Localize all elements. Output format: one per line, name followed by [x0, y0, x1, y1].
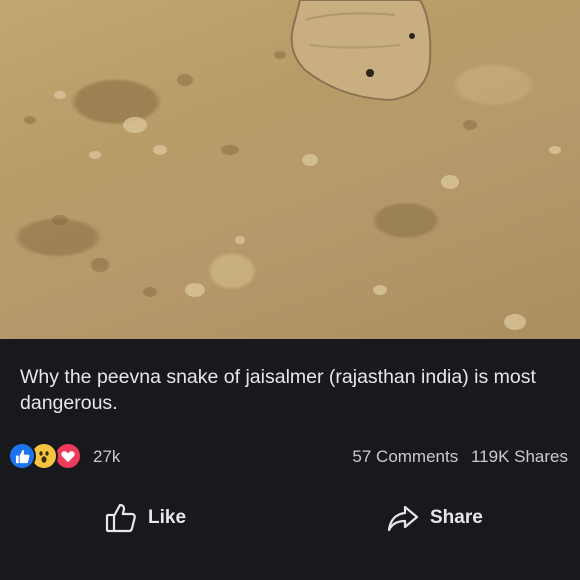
- snake-head: [290, 0, 432, 102]
- post-video[interactable]: [0, 0, 580, 339]
- sand-snake-image: [24, 0, 561, 330]
- like-reaction-icon: [8, 442, 36, 470]
- reaction-count[interactable]: 27k: [93, 447, 120, 467]
- share-arrow-icon: [386, 501, 420, 535]
- comment-share-counts: 57 Comments 119K Shares: [352, 447, 568, 467]
- comment-count[interactable]: 57 Comments: [352, 447, 458, 466]
- share-label: Share: [430, 507, 483, 528]
- action-bar: Like Share: [0, 496, 580, 540]
- share-count[interactable]: 119K Shares: [471, 447, 568, 466]
- engagement-stats: 27k 57 Comments 119K Shares: [0, 440, 580, 472]
- like-button[interactable]: Like: [104, 496, 186, 540]
- share-button[interactable]: Share: [386, 496, 483, 540]
- like-label: Like: [148, 507, 187, 528]
- thumbs-up-icon: [104, 501, 138, 535]
- love-reaction-icon: [54, 442, 82, 470]
- post-card: Why the peevna snake of jaisalmer (rajas…: [0, 0, 580, 580]
- post-caption: Why the peevna snake of jaisalmer (rajas…: [20, 366, 536, 414]
